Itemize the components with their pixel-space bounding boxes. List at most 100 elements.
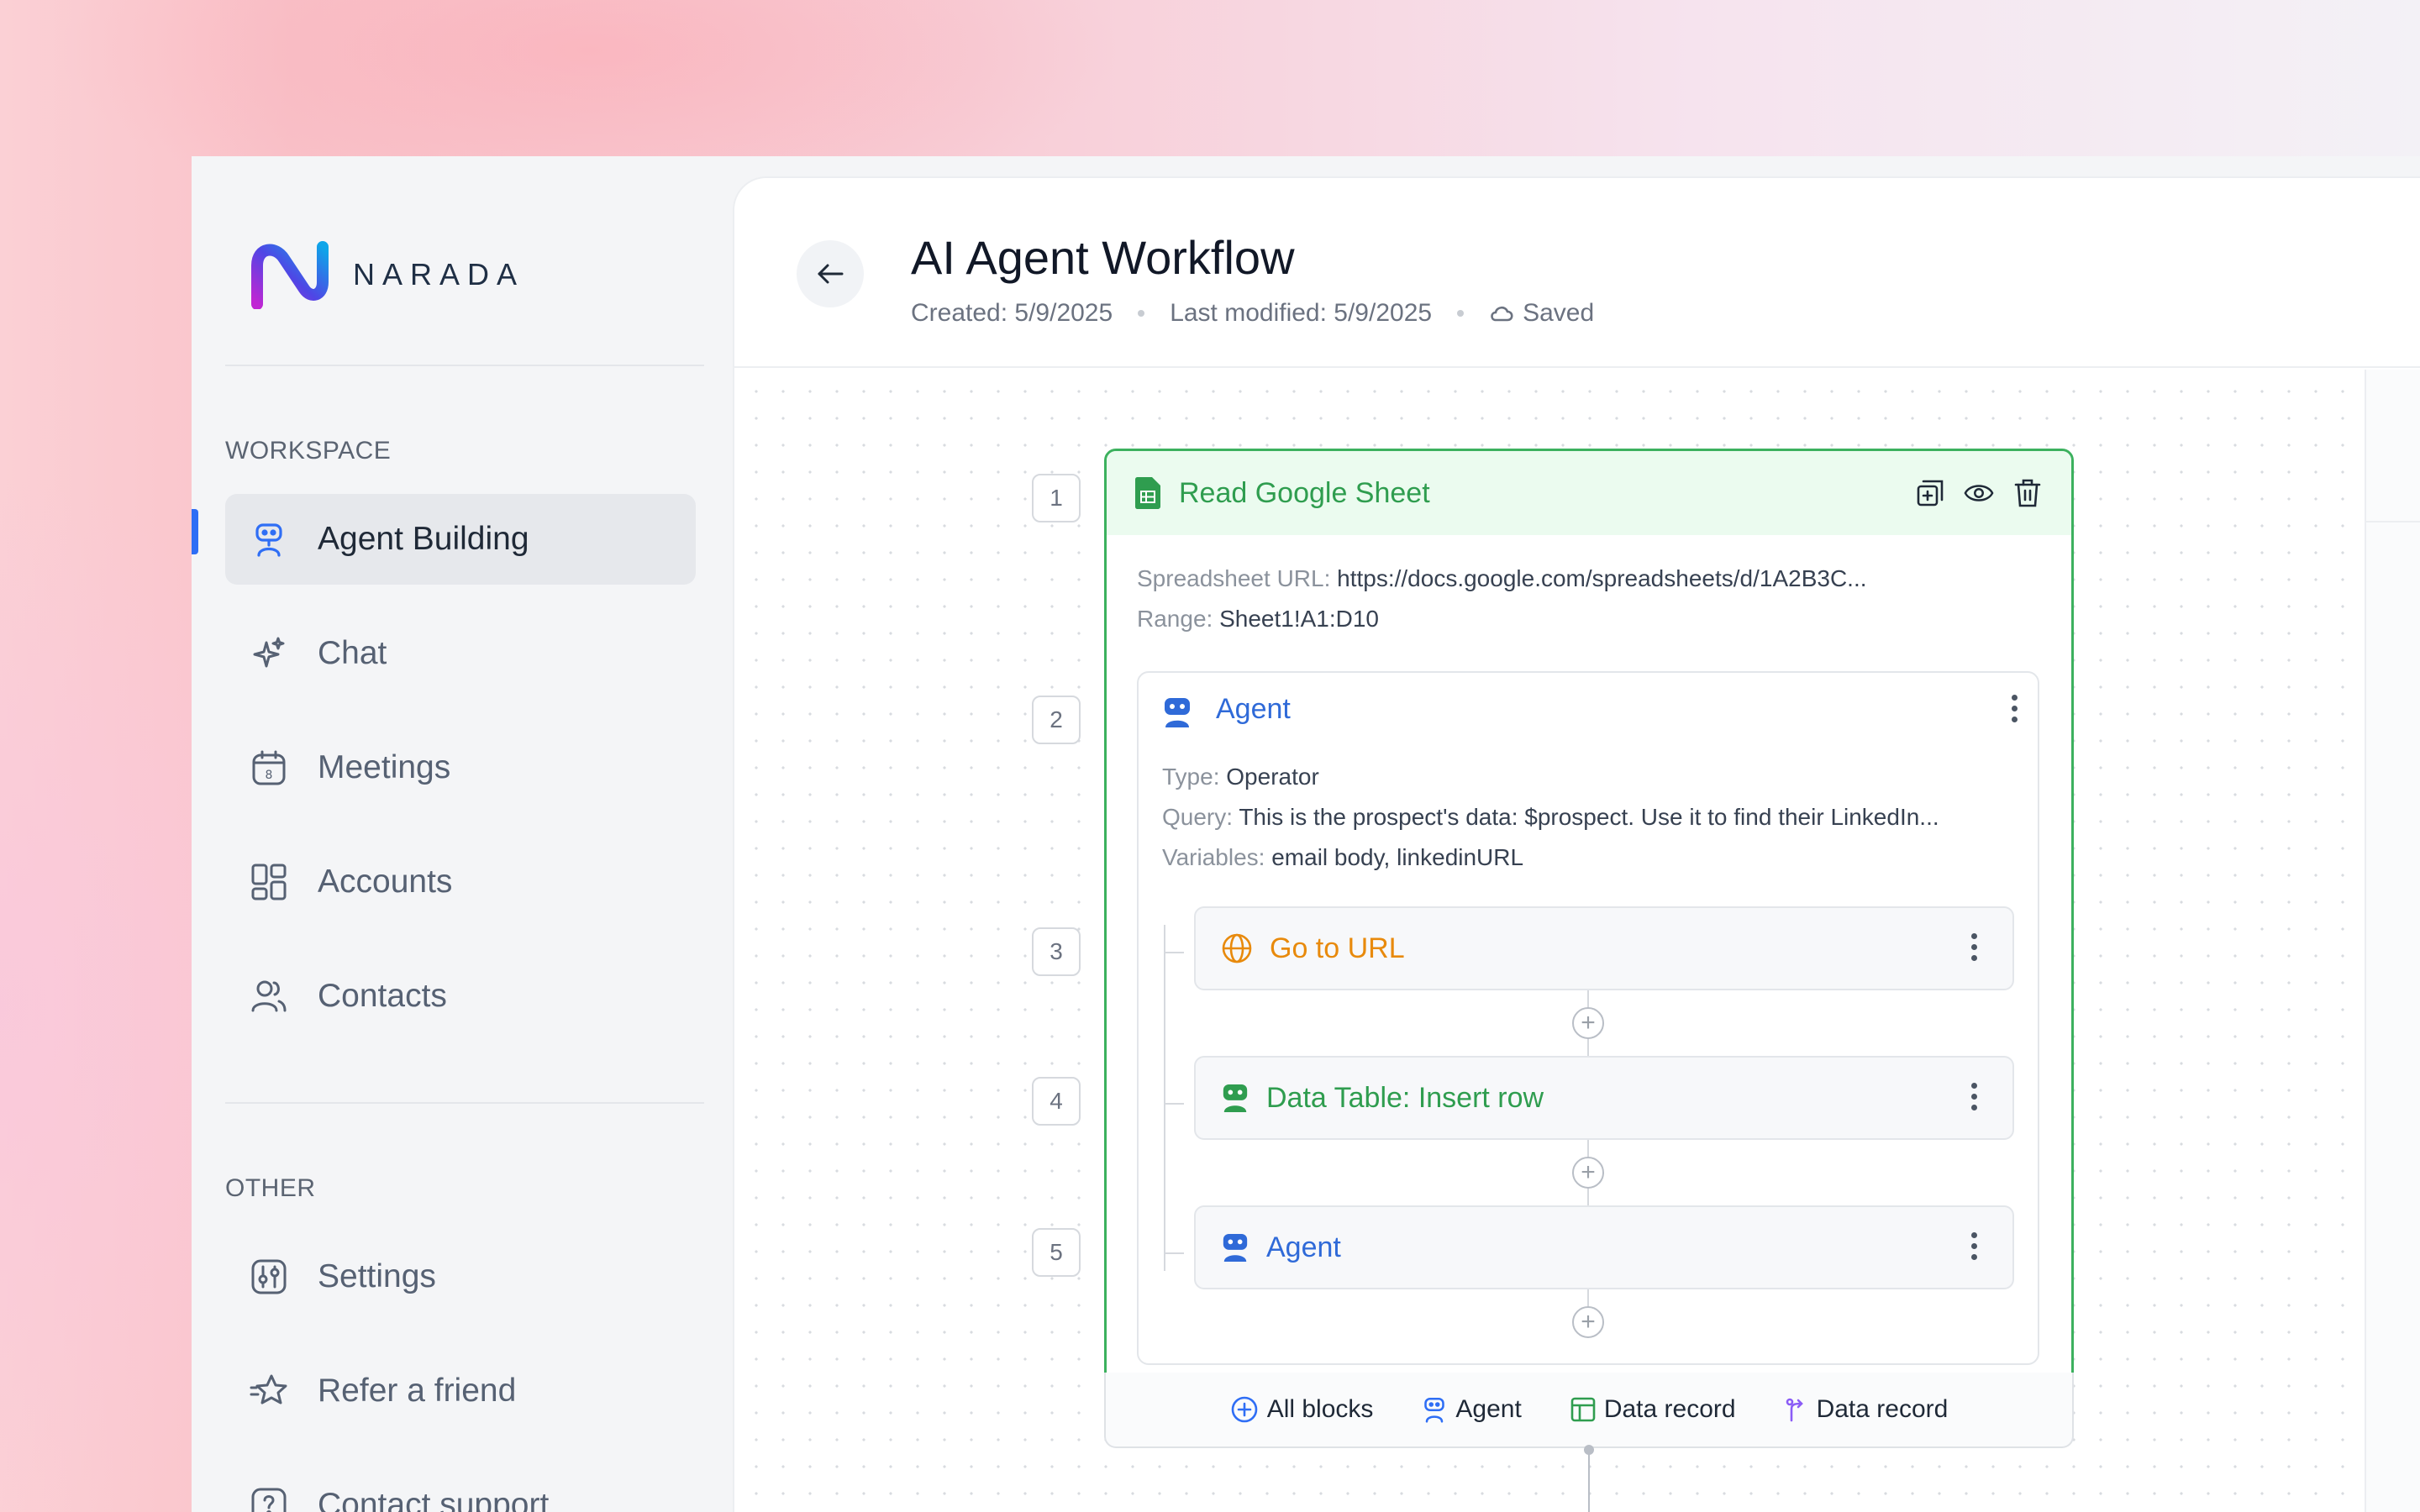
agent-sub-block[interactable]: Agent [1194,1205,2014,1289]
sidebar-item-label: Refer a friend [318,1373,517,1409]
range-label: Range: [1137,606,1213,632]
workflow-meta: Created: 5/9/2025 Last modified: 5/9/202… [911,299,1594,328]
agent-toolbar-button[interactable]: Agent [1422,1395,1522,1424]
workflow-canvas[interactable]: 1 2 3 4 5 Read Google Sheet Spreadsheet … [734,370,2365,1512]
block-toolbar: All blocks Agent Data record Data record [1104,1373,2074,1448]
connector-dot [1584,1445,1594,1455]
sidebar-item-meetings[interactable]: 8 Meetings [225,722,696,813]
sidebar-item-accounts[interactable]: Accounts [225,837,696,927]
sidebar-item-label: Chat [318,635,387,671]
sidebar-item-label: Accounts [318,864,453,900]
workspace-section-label: WORKSPACE [225,437,392,465]
sidebar-item-contact-support[interactable]: Contact support [225,1460,696,1512]
cloud-icon [1491,306,1513,322]
data-table-insert-row-block[interactable]: Data Table: Insert row [1194,1056,2014,1140]
add-step-button[interactable]: + [1572,1007,1604,1039]
sub-step-title: Go to URL [1270,932,1405,964]
go-to-url-block[interactable]: Go to URL [1194,906,2014,990]
step-number: 5 [1032,1228,1081,1277]
sidebar-item-label: Contact support [318,1487,550,1512]
block-actions [1915,476,2043,510]
other-section-label: OTHER [225,1174,316,1202]
more-options-icon[interactable] [1965,933,1982,961]
duplicate-icon[interactable] [1915,476,1945,510]
step-number: 1 [1032,474,1081,522]
sidebar-item-label: Settings [318,1258,436,1294]
spreadsheet-url-value: https://docs.google.com/spreadsheets/d/1… [1337,565,1867,591]
right-panel [2365,370,2420,1512]
globe-icon [1222,933,1252,963]
toolbar-label: Data record [1603,1395,1736,1423]
save-status: Saved [1523,299,1595,327]
data-record-table-button[interactable]: Data record [1570,1395,1736,1424]
toolbar-label: Data record [1816,1395,1949,1423]
range-value: Sheet1!A1:D10 [1219,606,1379,632]
agent-variables-label: Variables: [1162,844,1265,870]
grid-icon [249,862,289,902]
agent-title: Agent [1216,693,1291,725]
robot-icon [1424,1397,1445,1423]
branch-icon [1786,1398,1803,1422]
plus-circle-icon [1231,1396,1257,1423]
brand-name: NARADA [353,257,525,291]
trash-icon[interactable] [2012,476,2043,510]
sidebar-item-contacts[interactable]: Contacts [225,951,696,1042]
active-indicator [192,509,198,554]
meta-separator [1457,310,1465,317]
page-title: AI Agent Workflow [911,231,1295,284]
robot-icon [1165,698,1190,727]
tree-branch [1164,1084,1184,1105]
block-title: Read Google Sheet [1179,476,1430,509]
agent-block[interactable]: Agent Type: Operator Query: This is the … [1137,671,2039,1365]
spreadsheet-url-label: Spreadsheet URL: [1137,565,1331,591]
agent-type-label: Type: [1162,764,1220,790]
sub-step-title: Data Table: Insert row [1266,1081,1544,1114]
agent-type-value: Operator [1226,764,1319,790]
robot-icon [1223,1233,1248,1262]
table-icon [1570,1397,1596,1422]
sidebar-item-label: Agent Building [318,521,529,557]
agent-query-label: Query: [1162,804,1234,830]
star-icon [249,1371,289,1411]
help-icon [249,1485,289,1512]
data-record-branch-button[interactable]: Data record [1785,1395,1949,1424]
add-step-button[interactable]: + [1572,1157,1604,1189]
sliders-icon [249,1257,289,1297]
step-number: 4 [1032,1077,1081,1126]
more-options-icon[interactable] [1965,1083,1982,1110]
tree-branch [1164,1234,1184,1254]
more-options-icon[interactable] [1965,1232,1982,1260]
sidebar-item-chat[interactable]: Chat [225,608,696,699]
sidebar-item-label: Contacts [318,978,447,1014]
more-options-icon[interactable] [2006,695,2023,722]
brand-logo[interactable]: NARADA [250,240,524,309]
main-panel: AI Agent Workflow Created: 5/9/2025 Last… [733,176,2420,1512]
calendar-icon: 8 [249,748,289,788]
block-header: Read Google Sheet [1107,451,2071,535]
robot-icon [1223,1084,1248,1112]
app-window: NARADA WORKSPACE Agent Building Chat 8 M… [192,156,2420,1512]
sidebar-item-agent-building[interactable]: Agent Building [225,494,696,585]
sidebar-divider [225,1102,704,1104]
eye-icon[interactable] [1964,476,1994,510]
sidebar-item-settings[interactable]: Settings [225,1231,696,1322]
sidebar-item-label: Meetings [318,749,451,785]
step-number: 3 [1032,927,1081,976]
sparkle-icon [249,633,289,674]
step-number: 2 [1032,696,1081,744]
people-icon [249,976,289,1016]
arrow-left-icon [818,264,844,284]
toolbar-label: Agent [1455,1395,1522,1423]
agent-variables-row: Variables: email body, linkedinURL [1162,844,1523,871]
created-date: Created: 5/9/2025 [911,299,1113,327]
toolbar-label: All blocks [1266,1395,1374,1423]
agent-query-row: Query: This is the prospect's data: $pro… [1162,804,1939,831]
svg-text:8: 8 [266,769,273,782]
agent-type-row: Type: Operator [1162,764,1319,790]
sidebar-item-refer-a-friend[interactable]: Refer a friend [225,1346,696,1436]
read-google-sheet-block[interactable]: Read Google Sheet Spreadsheet URL: https… [1104,449,2074,1393]
add-step-button[interactable]: + [1572,1306,1604,1338]
meta-separator [1138,310,1145,317]
all-blocks-button[interactable]: All blocks [1230,1395,1374,1424]
back-button[interactable] [797,240,864,307]
